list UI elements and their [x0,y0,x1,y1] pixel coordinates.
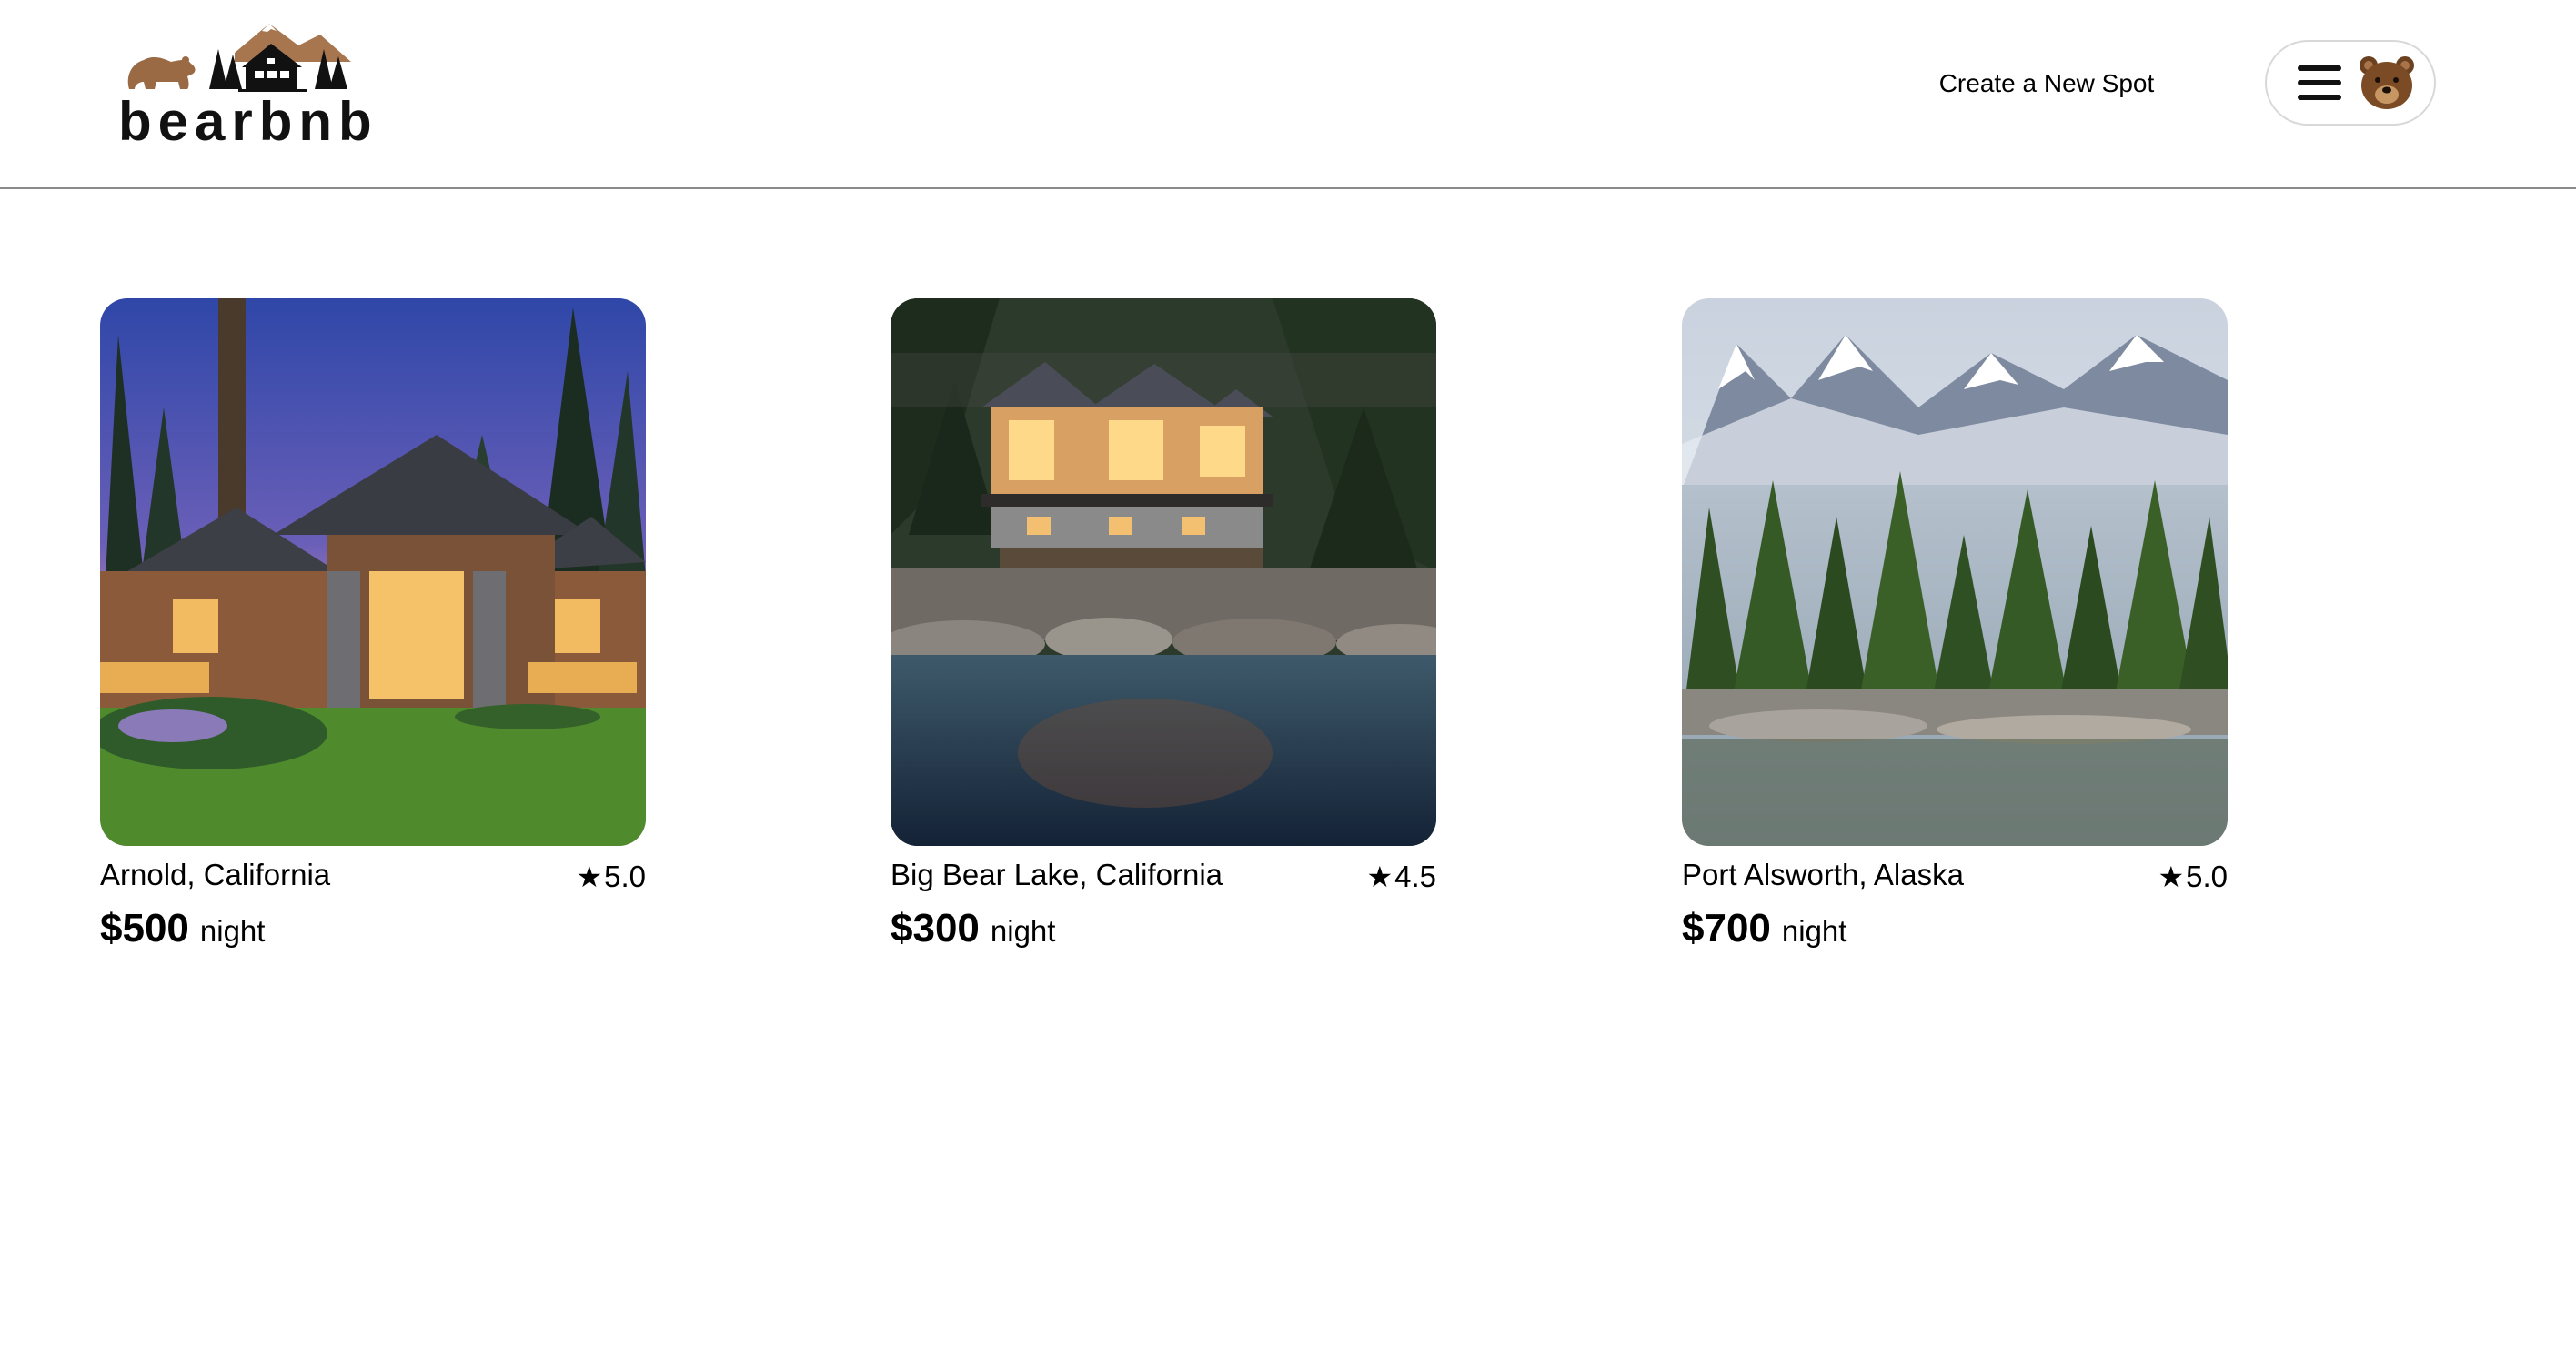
price-unit: night [990,914,1056,948]
star-icon: ★ [1366,860,1394,893]
price-amount: $500 [100,906,189,951]
spot-image-lake-mountains[interactable] [1682,298,2228,846]
spot-image-lakeside-house[interactable] [891,298,1436,846]
spot-rating: ★ 5.0 [2158,857,2228,897]
spot-price: $500 night [100,906,265,954]
profile-menu-button[interactable] [2265,40,2436,126]
star-icon: ★ [2158,860,2185,893]
price-unit: night [199,914,266,948]
bear-avatar-icon [2360,56,2414,109]
spot-image-lodge[interactable] [100,298,646,846]
bear-cabin-mountain-logo-icon [127,24,351,92]
spot-location: Big Bear Lake, California [891,858,1223,891]
price-amount: $700 [1682,906,1771,951]
logo-wordmark: bearbnb [118,91,378,152]
lake-forest-snowy-mountains-image [1682,298,2228,846]
spot-price: $300 night [891,906,1055,954]
lakeside-house-over-rocks-at-night-image [891,298,1436,846]
spot-rating: ★ 4.5 [1366,857,1436,897]
create-new-spot-link[interactable]: Create a New Spot [1910,65,2183,102]
rating-value: 5.0 [604,860,646,893]
spot-location: Port Alsworth, Alaska [1682,858,1964,891]
price-amount: $300 [891,906,980,951]
rating-value: 4.5 [1394,860,1436,893]
spot-rating: ★ 5.0 [576,857,646,897]
spot-card[interactable]: Arnold, California ★ 5.0 $500 night [100,298,646,953]
price-unit: night [1781,914,1847,948]
top-nav: bearbnb Create a New Spot [0,0,2576,189]
spot-card[interactable]: Big Bear Lake, California ★ 4.5 $300 nigh… [891,298,1436,953]
spot-card[interactable]: Port Alsworth, Alaska ★ 5.0 $700 night [1682,298,2228,953]
hamburger-menu-icon [2298,65,2341,100]
spot-price: $700 night [1682,906,1846,954]
logo[interactable]: bearbnb [116,22,372,149]
rating-value: 5.0 [2186,860,2228,893]
spot-location: Arnold, California [100,858,331,891]
star-icon: ★ [576,860,603,893]
lodge-with-lawn-at-dusk-image [100,298,646,846]
